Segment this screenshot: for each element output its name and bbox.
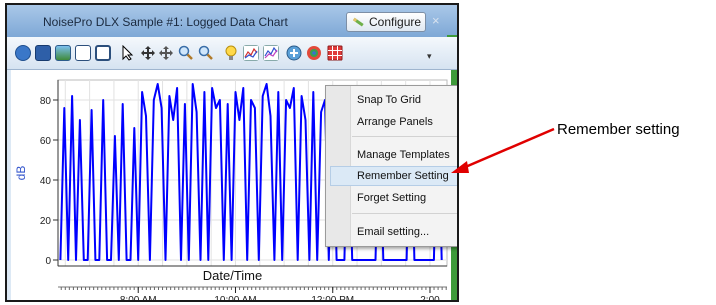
toolbar: ▾	[7, 37, 457, 70]
chart-window: NoisePro DLX Sample #1: Logged Data Char…	[5, 3, 459, 302]
x-tick-label: 12:00 PM	[311, 295, 354, 300]
x-tick-label: 2:00	[420, 295, 440, 300]
pencil-icon	[352, 17, 364, 27]
y-tick-label: 80	[40, 96, 52, 107]
x-tick-label: 10:00 AM	[214, 295, 256, 300]
window-icon[interactable]	[95, 45, 111, 61]
y-tick-label: 20	[40, 216, 52, 227]
y-tick-label: 60	[40, 136, 52, 147]
menu-item-arrange-panels[interactable]: Arrange Panels	[357, 116, 433, 128]
lightbulb-icon[interactable]	[223, 45, 239, 61]
context-menu: Snap To Grid Arrange Panels Manage Templ…	[325, 85, 457, 247]
menu-item-snap-to-grid[interactable]: Snap To Grid	[357, 94, 421, 106]
menu-item-remember-setting[interactable]: Remember Setting	[357, 170, 449, 182]
menu-separator	[352, 136, 457, 137]
menu-item-forget-setting[interactable]: Forget Setting	[357, 192, 426, 204]
image-icon[interactable]	[55, 45, 71, 61]
menu-separator	[352, 213, 457, 214]
y-axis-label: dB	[14, 166, 28, 181]
y-tick-label: 40	[40, 176, 52, 187]
menu-item-email-setting[interactable]: Email setting...	[357, 226, 429, 238]
callout-label: Remember setting	[557, 121, 680, 138]
x-tick-label: 8:00 AM	[120, 295, 157, 300]
configure-button[interactable]: Configure	[346, 12, 426, 32]
pan-icon[interactable]	[140, 45, 156, 61]
close-icon[interactable]: ×	[432, 13, 440, 28]
color-palette-icon[interactable]	[306, 45, 322, 61]
select-cursor-icon[interactable]	[120, 45, 136, 61]
grid-icon[interactable]	[327, 45, 343, 61]
zoom-out-icon[interactable]	[198, 45, 214, 61]
line-chart-icon[interactable]	[243, 45, 259, 61]
save-icon[interactable]	[35, 45, 51, 61]
overflow-dropdown-icon[interactable]: ▾	[427, 51, 432, 62]
new-page-icon[interactable]	[75, 45, 91, 61]
add-icon[interactable]	[286, 45, 302, 61]
configure-label: Configure	[369, 15, 422, 29]
window-title: NoisePro DLX Sample #1: Logged Data Char…	[43, 15, 288, 29]
title-bar[interactable]: NoisePro DLX Sample #1: Logged Data Char…	[7, 5, 457, 37]
zoom-in-icon[interactable]	[178, 45, 194, 61]
line-chart-alt-icon[interactable]	[263, 45, 279, 61]
x-axis-label: Date/Time	[203, 268, 262, 283]
pan-all-icon[interactable]	[158, 45, 174, 61]
y-tick-label: 0	[45, 256, 51, 267]
menu-item-manage-templates[interactable]: Manage Templates	[357, 149, 450, 161]
help-icon[interactable]	[15, 45, 31, 61]
